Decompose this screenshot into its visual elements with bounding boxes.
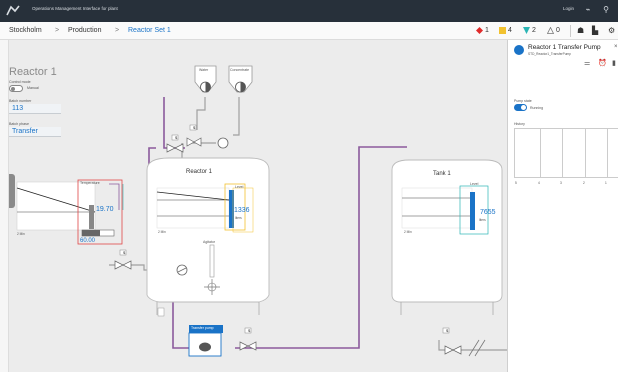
dosing-pump[interactable] — [217, 137, 229, 149]
reactor-level-unit: liters — [235, 216, 242, 220]
reactor-label: Reactor 1 — [186, 169, 213, 175]
breadcrumb-separator: > — [115, 26, 120, 34]
tank-level-trend[interactable] — [401, 187, 473, 229]
process-canvas: Reactor 1 Control mode Manual Batch numb… — [9, 40, 507, 372]
filter-icon[interactable]: ⚌ — [584, 59, 590, 67]
tank-trend-time: 2 Min — [404, 230, 412, 234]
side-valve[interactable] — [114, 260, 132, 270]
history-tick: 2 — [583, 181, 585, 185]
pump-status-icon — [514, 45, 524, 55]
info-alarm-count[interactable]: 2 — [532, 27, 536, 34]
critical-alarm-icon[interactable] — [476, 27, 483, 34]
critical-alarm-count[interactable]: 1 — [485, 27, 489, 34]
warning-alarm-count[interactable]: 4 — [508, 27, 512, 34]
settings-icon[interactable]: ⚙ — [608, 26, 615, 35]
acknowledged-alarm-count[interactable]: 0 — [556, 27, 560, 34]
history-tick: 1 — [605, 181, 607, 185]
tank-level-unit: liters — [479, 218, 486, 222]
login-link[interactable]: Login — [563, 6, 574, 11]
left-side-strip — [0, 40, 9, 372]
left-trend[interactable] — [16, 181, 96, 231]
history-tick: 3 — [560, 181, 562, 185]
concentrate-label: Concentrate — [230, 68, 250, 72]
inlet-valve[interactable] — [166, 143, 184, 153]
panel-title: Reactor 1 Transfer Pump — [528, 44, 601, 51]
water-label: Water — [199, 68, 209, 72]
temperature-value: 19.70 — [96, 206, 114, 213]
process-diagram: $ $ $ $ $ — [16, 65, 507, 357]
reactor-level-trend[interactable] — [156, 187, 230, 229]
pump-state-toggle[interactable] — [514, 104, 527, 111]
breadcrumb-separator: > — [55, 26, 60, 34]
history-tick: 4 — [538, 181, 540, 185]
info-alarm-icon[interactable] — [523, 27, 530, 34]
acknowledged-alarm-icon[interactable] — [547, 27, 554, 34]
pump-state-label: Pump state — [514, 99, 532, 103]
history-chart[interactable] — [514, 128, 618, 178]
tank-vessel[interactable] — [391, 159, 503, 315]
heat-exchanger[interactable] — [176, 264, 188, 276]
breadcrumb-reactor-set[interactable]: Reactor Set 1 — [128, 27, 171, 34]
reactor-trend-time: 2 Min — [158, 230, 166, 234]
concentrate-valve[interactable] — [186, 137, 202, 147]
user-icon[interactable]: ⚲ — [601, 5, 611, 15]
tank-level-label: Level — [470, 182, 479, 186]
title-bar: Operations Management Interface for plan… — [0, 0, 618, 22]
temperature-label: Temperature — [80, 181, 100, 185]
reactor-vessel[interactable] — [146, 157, 270, 317]
app-title: Operations Management Interface for plan… — [32, 6, 118, 11]
left-trend-time: 2 Min — [17, 232, 25, 236]
history-label: History — [514, 122, 525, 126]
history-tick: 5 — [515, 181, 517, 185]
tank-outlet-valve[interactable] — [444, 345, 462, 355]
panel-subtitle: STD_Reactor1_TransferPump — [528, 52, 571, 56]
app-logo-icon — [6, 5, 20, 16]
transfer-pump-box[interactable] — [188, 332, 222, 357]
right-detail-panel: Reactor 1 Transfer Pump STD_Reactor1_Tra… — [507, 40, 618, 372]
factory-icon[interactable]: ▙ — [592, 26, 598, 35]
transfer-pump-label[interactable]: Transfer pump — [189, 325, 223, 333]
pipe-break-icon — [468, 339, 486, 357]
warning-alarm-icon[interactable] — [499, 27, 506, 34]
book-icon[interactable]: ▮ — [612, 59, 616, 67]
pump-state-value: Running — [530, 106, 544, 110]
network-icon[interactable]: ⌁ — [583, 5, 593, 15]
operator-icon[interactable]: ☗ — [577, 26, 584, 35]
reactor-level-value: 1336 — [234, 207, 250, 214]
agitator-label: Agitator — [203, 240, 216, 244]
temperature-setpoint[interactable]: 60.00 — [80, 238, 95, 244]
breadcrumb-stockholm[interactable]: Stockholm — [9, 27, 42, 34]
breadcrumb-bar: Stockholm > Production > Reactor Set 1 1… — [0, 22, 618, 40]
tank-label: Tank 1 — [433, 171, 451, 177]
alarm-bell-icon[interactable]: ⏰ — [598, 59, 607, 67]
tank-level-value: 7655 — [480, 209, 496, 216]
breadcrumb-production[interactable]: Production — [68, 27, 101, 34]
close-icon[interactable]: × — [614, 44, 618, 50]
reactor-level-label: Level — [235, 185, 244, 189]
